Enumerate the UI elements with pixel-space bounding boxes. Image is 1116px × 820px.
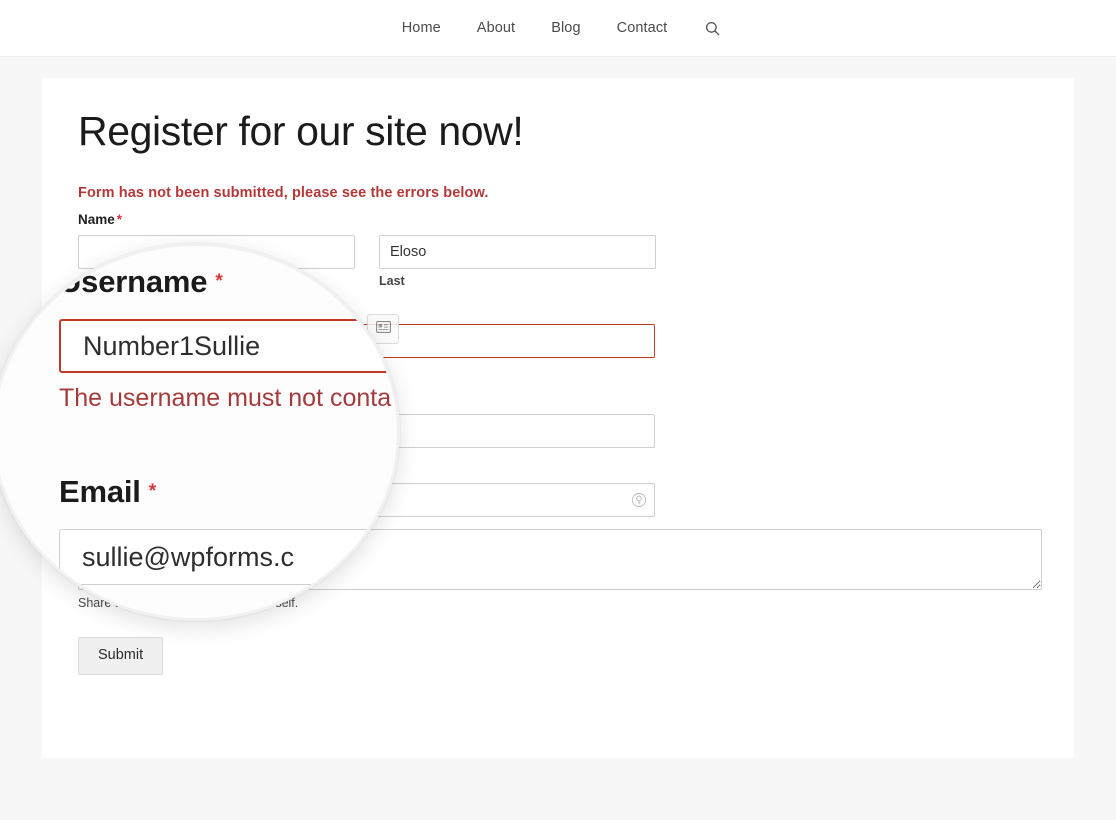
nav-item-home[interactable]: Home — [384, 21, 459, 36]
magnifier-lens: Username * Number1Sullie The username mus… — [0, 243, 400, 621]
form-error-banner: Form has not been submitted, please see … — [78, 185, 489, 202]
last-name-input[interactable] — [379, 235, 656, 270]
name-last-column: Last — [379, 235, 656, 288]
lens-username-input[interactable]: Number1Sullie — [59, 319, 397, 373]
search-button[interactable] — [685, 21, 732, 36]
lens-email-label-text: Email — [59, 474, 141, 509]
lens-username-label-text: Username — [59, 264, 208, 299]
last-name-sub-label: Last — [379, 274, 405, 289]
required-marker-name: * — [116, 212, 123, 228]
page-root: Home About Blog Contact Register for our… — [0, 0, 1116, 820]
nav-item-blog[interactable]: Blog — [533, 21, 598, 36]
lens-username-label: Username * — [59, 264, 223, 300]
field-label-name-text: Name — [78, 212, 115, 228]
magnifier-lens-content: Username * Number1Sullie The username mus… — [0, 246, 397, 618]
lens-username-error-message: The username must not conta — [59, 384, 392, 412]
nav-item-about[interactable]: About — [459, 21, 533, 36]
lens-email-label: Email * — [59, 474, 156, 510]
lens-required-marker-email: * — [148, 481, 156, 503]
nav-item-contact[interactable]: Contact — [599, 21, 686, 36]
search-icon — [705, 21, 720, 36]
site-header: Home About Blog Contact — [0, 0, 1116, 57]
lens-required-marker-username: * — [215, 271, 223, 293]
lens-email-input[interactable]: sullie@wpforms.c — [59, 529, 397, 585]
page-title: Register for our site now! — [78, 108, 524, 154]
submit-button[interactable]: Submit — [78, 636, 164, 675]
main-navigation: Home About Blog Contact — [0, 0, 1116, 56]
field-label-name: Name * — [78, 212, 1042, 228]
